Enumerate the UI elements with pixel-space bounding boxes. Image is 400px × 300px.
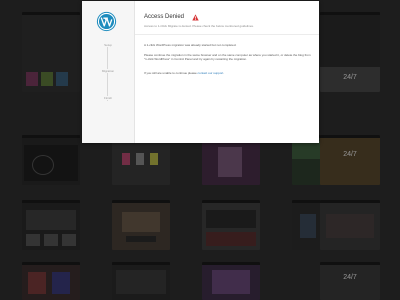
step-finish: Finish bbox=[82, 96, 134, 100]
access-denied-dialog: Setup Migration Finish Access Denied Acc… bbox=[82, 1, 319, 143]
dialog-subtitle: Access to 1-Click Migrate is denied. Ple… bbox=[144, 24, 254, 28]
dialog-paragraph-instructions: Please continue the migration in the sam… bbox=[144, 53, 311, 61]
dialog-paragraph-support: If you still are unable to continue plea… bbox=[144, 71, 312, 75]
wordpress-logo-icon bbox=[96, 11, 117, 32]
contact-support-link[interactable]: contact our support bbox=[198, 71, 224, 75]
warning-icon bbox=[192, 14, 199, 21]
step-setup: Setup bbox=[82, 43, 134, 47]
dialog-title: Access Denied bbox=[144, 14, 185, 20]
dialog-divider bbox=[135, 34, 319, 35]
dialog-sidebar: Setup Migration Finish bbox=[82, 1, 135, 143]
dialog-paragraph-status: A 1-click WordPress migration was alread… bbox=[144, 43, 237, 47]
support-text-suffix: . bbox=[223, 71, 225, 75]
support-text-prefix: If you still are unable to continue plea… bbox=[144, 71, 197, 75]
step-migration: Migration bbox=[82, 69, 134, 73]
steps-connector bbox=[107, 45, 108, 101]
